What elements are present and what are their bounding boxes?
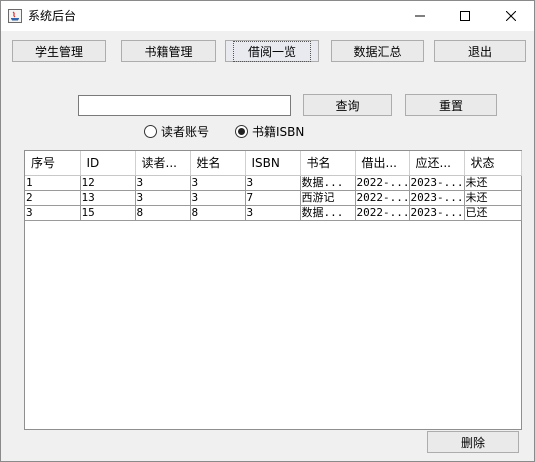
table-cell: 未还 — [464, 190, 522, 206]
table-cell: 8 — [135, 205, 191, 221]
delete-button[interactable]: 删除 — [427, 431, 519, 453]
table-cell: 13 — [80, 190, 136, 206]
data-summary-label: 数据汇总 — [353, 44, 402, 59]
table-cell: 数据... — [300, 175, 356, 191]
borrow-overview-button[interactable]: 借阅一览 — [225, 40, 319, 62]
table-cell: 3 — [190, 190, 246, 206]
table-cell: 2023-... — [409, 190, 465, 206]
column-header[interactable]: 书名 — [300, 151, 356, 176]
table-cell: 3 — [135, 190, 191, 206]
column-header[interactable]: 状态 — [464, 151, 522, 176]
table-row[interactable]: 2 13 3 3 7 西游记 2022-... 2023-... 未还 — [25, 190, 522, 206]
borrow-table-grid: 序号 ID 读者... 姓名 ISBN 书名 借出... 应还... 状态 1 … — [25, 151, 522, 221]
exit-label: 退出 — [467, 44, 492, 59]
radio-reader-account[interactable]: 读者账号 — [144, 123, 209, 139]
table-cell: 2022-... — [355, 190, 410, 206]
table-row[interactable]: 1 12 3 3 3 数据... 2022-... 2023-... 未还 — [25, 175, 522, 191]
column-header[interactable]: 序号 — [25, 151, 81, 176]
column-header[interactable]: 姓名 — [190, 151, 246, 176]
query-button[interactable]: 查询 — [303, 94, 392, 116]
table-cell: 3 — [25, 205, 81, 221]
column-header[interactable]: 借出... — [355, 151, 410, 176]
borrow-overview-label: 借阅一览 — [232, 40, 311, 62]
table-cell: 12 — [80, 175, 136, 191]
radio-book-isbn-label: 书籍ISBN — [252, 124, 305, 139]
table-cell: 3 — [135, 175, 191, 191]
table-cell: 3 — [190, 175, 246, 191]
minimize-icon — [415, 15, 425, 17]
book-management-button[interactable]: 书籍管理 — [121, 40, 216, 62]
table-cell: 已还 — [464, 205, 522, 221]
radio-unchecked-icon — [144, 124, 157, 138]
minimize-button[interactable] — [397, 1, 443, 31]
exit-button[interactable]: 退出 — [434, 40, 526, 62]
student-management-button[interactable]: 学生管理 — [12, 40, 106, 62]
table-cell: 未还 — [464, 175, 522, 191]
table-cell: 西游记 — [300, 190, 356, 206]
table-cell: 8 — [190, 205, 246, 221]
window-title: 系统后台 — [28, 9, 77, 23]
column-header[interactable]: ID — [80, 151, 136, 176]
delete-label: 删除 — [460, 435, 485, 450]
table-row[interactable]: 3 15 8 8 3 数据... 2022-... 2023-... 已还 — [25, 205, 522, 221]
table-cell: 2022-... — [355, 205, 410, 221]
table-cell: 3 — [245, 205, 301, 221]
app-window: 系统后台 学生管理 书籍管理 借阅一览 数据汇总 退出 查询 重置 读者账号 书… — [0, 0, 535, 462]
data-summary-button[interactable]: 数据汇总 — [331, 40, 424, 62]
table-cell: 2022-... — [355, 175, 410, 191]
table-cell: 1 — [25, 175, 81, 191]
close-button[interactable] — [488, 1, 534, 31]
reset-button[interactable]: 重置 — [405, 94, 497, 116]
table-cell: 7 — [245, 190, 301, 206]
table-cell: 数据... — [300, 205, 356, 221]
maximize-icon — [460, 11, 470, 21]
table-cell: 2 — [25, 190, 81, 206]
column-header[interactable]: 应还... — [409, 151, 465, 176]
table-cell: 2023-... — [409, 175, 465, 191]
student-management-label: 学生管理 — [34, 44, 83, 59]
search-input[interactable] — [78, 95, 291, 116]
table-cell: 2023-... — [409, 205, 465, 221]
radio-checked-icon — [235, 124, 248, 138]
table-cell: 15 — [80, 205, 136, 221]
column-header[interactable]: 读者... — [135, 151, 191, 176]
table-cell: 3 — [245, 175, 301, 191]
close-icon — [506, 11, 516, 21]
java-app-icon — [8, 9, 22, 23]
book-management-label: 书籍管理 — [144, 44, 193, 59]
radio-book-isbn[interactable]: 书籍ISBN — [235, 123, 304, 139]
reset-label: 重置 — [438, 98, 463, 113]
radio-reader-account-label: 读者账号 — [161, 124, 210, 139]
title-bar: 系统后台 — [1, 1, 534, 31]
column-header[interactable]: ISBN — [245, 151, 301, 176]
maximize-button[interactable] — [442, 1, 488, 31]
borrow-table[interactable]: 序号 ID 读者... 姓名 ISBN 书名 借出... 应还... 状态 1 … — [24, 150, 522, 430]
table-header-row: 序号 ID 读者... 姓名 ISBN 书名 借出... 应还... 状态 — [25, 151, 522, 176]
query-label: 查询 — [335, 98, 360, 113]
